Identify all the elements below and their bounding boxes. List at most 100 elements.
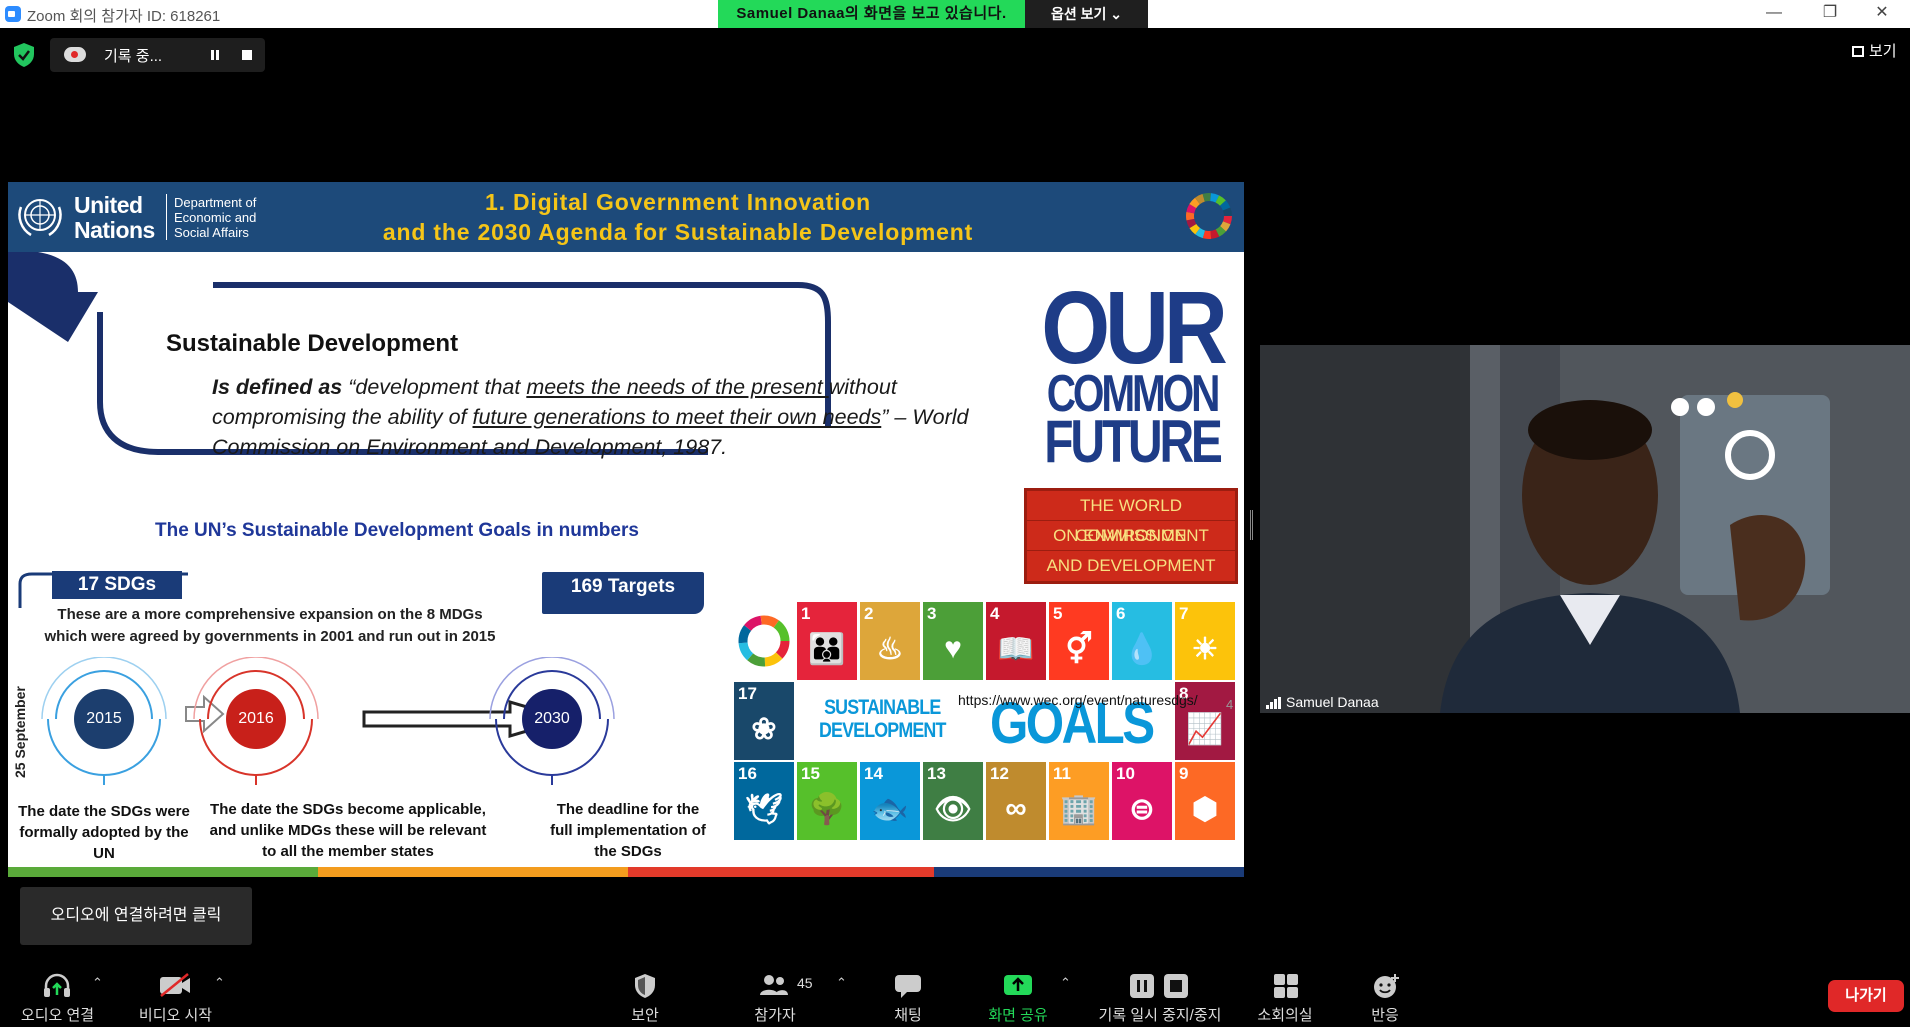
sdg-tile-5: 5 ⚥	[1049, 602, 1109, 680]
audio-button[interactable]: 오디오 연결	[10, 955, 105, 1027]
view-options-button[interactable]: 옵션 보기 ⌄	[1025, 0, 1148, 28]
sdg-tile-12: 12 ∞	[986, 762, 1046, 840]
recording-control-button[interactable]: 기록 일시 중지/중지	[1085, 955, 1235, 1027]
encryption-shield-icon[interactable]	[12, 42, 36, 68]
sdg-tile-symbol-icon: ∞	[1005, 792, 1027, 825]
zoom-logo-icon	[5, 6, 21, 22]
leave-meeting-button[interactable]: 나가기	[1828, 980, 1904, 1012]
dept-line-3: Social Affairs	[174, 225, 249, 240]
sdg-tile-symbol-icon: 📖	[997, 633, 1035, 666]
slide-title-line-2: and the 2030 Agenda for Sustainable Deve…	[382, 219, 974, 245]
un-logo-text: United Nations	[74, 193, 155, 243]
slide-title: 1. Digital Government Innovation and the…	[258, 187, 1098, 247]
signal-strength-icon	[1266, 697, 1281, 709]
breakout-rooms-button[interactable]: 소회의실	[1245, 955, 1325, 1027]
sd-def-part-1: “development that	[342, 375, 527, 399]
sdg-tile-symbol-icon: ⊜	[1129, 793, 1155, 826]
sdg-tile-17: 17 ❀	[734, 682, 794, 760]
sdg-tile-symbol-icon: 🏢	[1060, 793, 1098, 826]
slide-page-number: 4	[1226, 697, 1234, 712]
year-2016: 2016	[238, 710, 274, 727]
sdg-tile-symbol-icon: ⚥	[1065, 633, 1093, 666]
pause-recording-icon[interactable]	[208, 48, 222, 62]
close-icon[interactable]: ✕	[1852, 0, 1910, 28]
zoom-window: { "window": { "title": "Zoom 회의 참가자 ID: …	[0, 0, 1910, 1027]
sdg-tile-number: 4	[990, 604, 1000, 623]
sdg-goals-grid: 1 👪 2 ♨ 3 ♥ 4 📖 5 ⚥ 6 💧 7 ☀ 17 ❀ 8 📈 16 🕊 15 🌳 14 🐟 13 👁 12 ∞ 11 🏢 10 ⊜…	[734, 602, 1239, 842]
year-2015: 2015	[86, 710, 122, 727]
recording-label: 기록 중...	[104, 48, 163, 65]
audio-options-caret[interactable]: ⌃	[92, 975, 103, 991]
share-options-caret[interactable]: ⌃	[1060, 975, 1071, 991]
shared-slide: United Nations Department of Economic an…	[8, 182, 1244, 877]
audio-connect-tooltip[interactable]: 오디오에 연결하려면 클릭	[20, 887, 252, 945]
sdg-tile-2: 2 ♨	[860, 602, 920, 680]
caption-2015: The date the SDGs were formally adopted …	[18, 803, 190, 862]
sdg-tile-number: 10	[1116, 764, 1135, 783]
our-common-future-cover: OUR COMMON FUTURE	[1022, 270, 1242, 475]
cloud-record-icon	[64, 47, 86, 62]
sdg-tile-symbol-icon: 📈	[1186, 713, 1224, 746]
sdg-tile-number: 14	[864, 764, 883, 783]
wcb-line-1: THE WORLD COMMISSION	[1027, 491, 1235, 545]
chat-label: 채팅	[894, 1007, 922, 1024]
caption-2030: The deadline for the full implementation…	[550, 801, 706, 860]
participants-icon	[760, 975, 788, 995]
sdg-wheel-icon	[1186, 193, 1232, 239]
sdg-tile-7: 7 ☀	[1175, 602, 1235, 680]
view-button[interactable]: 보기	[1852, 40, 1897, 61]
window-title-bar: Zoom 회의 참가자 ID: 618261 Samuel Danaa의 화면을…	[0, 0, 1910, 28]
book-title-future: FUTURE	[1044, 408, 1223, 475]
sdg-tile-10: 10 ⊜	[1112, 762, 1172, 840]
video-frame	[1260, 345, 1910, 713]
logo-divider	[166, 194, 167, 240]
reactions-button[interactable]: 반응	[1345, 955, 1425, 1027]
sdg-tile-number: 6	[1116, 604, 1126, 623]
sdg-tile-number: 12	[990, 764, 1009, 783]
participants-button[interactable]: 참가자	[735, 955, 815, 1027]
minimize-icon[interactable]: —	[1744, 0, 1804, 28]
sd-def-underline-2: future generations to meet their own nee…	[472, 405, 882, 429]
slide-footer-bar	[8, 867, 1244, 877]
sdg-tile-symbol-icon: ⬢	[1191, 793, 1219, 826]
window-title: Zoom 회의 참가자 ID: 618261	[27, 8, 221, 25]
share-screen-button[interactable]: 화면 공유	[978, 955, 1058, 1027]
sdg-tile-1: 1 👪	[797, 602, 857, 680]
sdg-tile-symbol-icon: 💧	[1123, 633, 1161, 666]
sdg-tile-6: 6 💧	[1112, 602, 1172, 680]
year-2030: 2030	[534, 710, 570, 727]
sdg-tile-number: 7	[1179, 604, 1189, 623]
video-button[interactable]: 비디오 시작	[128, 955, 223, 1027]
security-shield-icon	[635, 974, 655, 998]
participant-video[interactable]: Samuel Danaa	[1260, 345, 1910, 713]
source-url: https://www.wec.org/event/naturesdgs/	[958, 692, 1198, 708]
panel-resize-handle[interactable]	[1250, 510, 1253, 540]
book-title-our: OUR	[1041, 270, 1228, 385]
un-emblem-icon	[18, 199, 62, 237]
sdg-tile-number: 16	[738, 764, 757, 783]
sdg-tile-symbol-icon: 🐟	[871, 793, 909, 826]
sdg-tile-number: 11	[1053, 764, 1071, 783]
share-screen-label: 화면 공유	[988, 1007, 1048, 1024]
sd-def-bold: Is defined as	[212, 375, 343, 399]
sdg-tile-symbol-icon: 🕊	[744, 793, 784, 826]
department-name: Department of Economic and Social Affair…	[174, 195, 256, 240]
video-options-caret[interactable]: ⌃	[214, 975, 225, 991]
security-button[interactable]: 보안	[605, 955, 685, 1027]
security-label: 보안	[631, 1007, 659, 1024]
chat-button[interactable]: 채팅	[868, 955, 948, 1027]
sd-heading: Sustainable Development	[166, 330, 459, 357]
caption-2016: The date the SDGs become applicable, and…	[209, 801, 487, 860]
maximize-icon[interactable]: ❐	[1800, 0, 1860, 28]
audio-label: 오디오 연결	[20, 1007, 95, 1024]
stop-recording-icon[interactable]	[242, 50, 252, 60]
participants-options-caret[interactable]: ⌃	[836, 975, 847, 991]
tag-169-targets: 169 Targets	[542, 572, 704, 614]
sdg-tile-number: 13	[927, 764, 946, 783]
sdg-tile-number: 2	[864, 604, 874, 623]
tag-17-sdgs-note: These are a more comprehensive expansion…	[44, 606, 496, 645]
sdg-banner-line-2: DEVELOPMENT	[819, 719, 946, 742]
participant-name: Samuel Danaa	[1286, 694, 1379, 710]
grid-view-icon	[1852, 46, 1864, 57]
sdg-tile-15: 15 🌳	[797, 762, 857, 840]
